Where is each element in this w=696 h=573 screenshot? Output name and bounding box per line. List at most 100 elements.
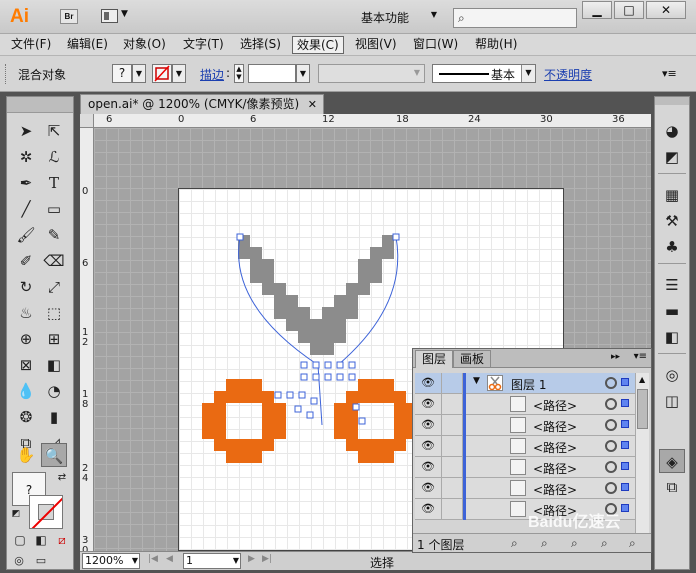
menu-file[interactable]: 文件(F): [7, 36, 55, 54]
paintbrush-tool-icon[interactable]: 🖌: [13, 223, 39, 247]
mesh-tool-icon[interactable]: ⊠: [13, 353, 39, 377]
anchor-point[interactable]: [352, 403, 360, 411]
locate-object-icon[interactable]: ⌕: [511, 536, 518, 551]
last-artboard-icon[interactable]: ▶|: [262, 554, 272, 564]
document-tab[interactable]: open.ai* @ 1200% (CMYK/像素预览) ✕: [80, 94, 324, 114]
stroke-weight-dropdown[interactable]: ▼: [296, 64, 310, 83]
artboards-panel-icon[interactable]: ⧉: [659, 475, 685, 499]
lock-toggle[interactable]: [441, 373, 463, 394]
anchor-point[interactable]: [286, 391, 294, 399]
selection-indicator[interactable]: [621, 483, 629, 491]
path-row[interactable]: 👁 <路径>: [415, 436, 635, 457]
selection-indicator[interactable]: [621, 441, 629, 449]
gradient-panel-icon[interactable]: ▬: [659, 299, 685, 323]
new-sublayer-icon[interactable]: ⌕: [571, 536, 578, 551]
anchor-point[interactable]: [324, 373, 332, 381]
anchor-point[interactable]: [306, 411, 314, 419]
stroke-weight-stepper[interactable]: ▲ ▼: [234, 64, 244, 83]
eraser-tool-icon[interactable]: ⌫: [41, 249, 67, 273]
symbol-sprayer-tool-icon[interactable]: ❂: [13, 405, 39, 429]
arrange-documents-button[interactable]: ▼: [101, 9, 129, 24]
target-icon[interactable]: [605, 377, 617, 389]
next-artboard-icon[interactable]: ▶: [248, 554, 255, 564]
anchor-point[interactable]: [300, 373, 308, 381]
line-tool-icon[interactable]: ╱: [13, 197, 39, 221]
swap-colors-icon[interactable]: ⇄: [55, 471, 69, 485]
stroke-link[interactable]: 描边: [200, 66, 224, 83]
stroke-color-box[interactable]: [29, 495, 63, 529]
stroke-panel-icon[interactable]: ☰: [659, 273, 685, 297]
column-graph-tool-icon[interactable]: ▮: [41, 405, 67, 429]
visibility-eye-icon[interactable]: 👁: [421, 397, 435, 410]
layer-row[interactable]: 👁 ▼ 图层 1: [415, 373, 635, 394]
blend-tool-icon[interactable]: ◔: [41, 379, 67, 403]
visibility-eye-icon[interactable]: 👁: [421, 502, 435, 515]
anchor-point[interactable]: [300, 361, 308, 369]
visibility-eye-icon[interactable]: 👁: [421, 481, 435, 494]
workspace-switcher[interactable]: 基本功能 ▼: [361, 9, 439, 26]
menu-edit[interactable]: 编辑(E): [63, 36, 112, 54]
visibility-eye-icon[interactable]: 👁: [421, 376, 435, 389]
color-mode-icon[interactable]: ▢: [11, 531, 29, 549]
scroll-up-icon[interactable]: ▲: [639, 375, 645, 384]
path-row[interactable]: 👁 <路径>: [415, 478, 635, 499]
anchor-point[interactable]: [324, 361, 332, 369]
lock-toggle[interactable]: [441, 478, 463, 499]
transparency-panel-icon[interactable]: ◧: [659, 325, 685, 349]
target-icon[interactable]: [605, 419, 617, 431]
none-mode-icon[interactable]: ⧄: [53, 531, 71, 549]
eyedropper-tool-icon[interactable]: 💧: [13, 379, 39, 403]
panel-header[interactable]: [7, 97, 73, 113]
default-colors-icon[interactable]: ◩: [9, 507, 23, 521]
artboard-number-select[interactable]: 1 ▼: [183, 553, 241, 569]
color-guide-panel-icon[interactable]: ◩: [659, 145, 685, 169]
anchor-point[interactable]: [348, 361, 356, 369]
shape-builder-tool-icon[interactable]: ⊕: [13, 327, 39, 351]
close-document-icon[interactable]: ✕: [308, 95, 317, 114]
lock-toggle[interactable]: [441, 457, 463, 478]
path-row[interactable]: 👁 <路径>: [415, 415, 635, 436]
anchor-point[interactable]: [336, 361, 344, 369]
make-clipping-mask-icon[interactable]: ⌕: [541, 536, 548, 551]
rotate-tool-icon[interactable]: ↻: [13, 275, 39, 299]
menu-help[interactable]: 帮助(H): [471, 36, 521, 54]
swatches-panel-icon[interactable]: ▦: [659, 183, 685, 207]
color-panel-icon[interactable]: ◕: [659, 119, 685, 143]
selection-indicator[interactable]: [621, 378, 629, 386]
anchor-point[interactable]: [312, 361, 320, 369]
stroke-dropdown[interactable]: ▼: [172, 64, 186, 83]
scroll-thumb[interactable]: [637, 389, 648, 429]
anchor-point[interactable]: [236, 233, 244, 241]
ruler-origin[interactable]: [80, 114, 94, 128]
new-layer-icon[interactable]: ⌕: [601, 536, 608, 551]
target-icon[interactable]: [605, 440, 617, 452]
lock-toggle[interactable]: [441, 499, 463, 520]
menu-window[interactable]: 窗口(W): [409, 36, 462, 54]
selection-indicator[interactable]: [621, 420, 629, 428]
fill-dropdown[interactable]: ▼: [132, 64, 146, 83]
layers-panel-icon[interactable]: ◈: [659, 449, 685, 473]
expand-triangle-icon[interactable]: ▼: [473, 376, 480, 386]
perspective-grid-tool-icon[interactable]: ⊞: [41, 327, 67, 351]
type-tool-icon[interactable]: T: [41, 171, 67, 195]
direct-selection-tool-icon[interactable]: ⇱: [41, 119, 67, 143]
anchor-point[interactable]: [298, 391, 306, 399]
tab-artboards[interactable]: 画板: [453, 350, 492, 368]
path-row[interactable]: 👁 <路径>: [415, 394, 635, 415]
selection-indicator[interactable]: [621, 462, 629, 470]
minimize-button[interactable]: ▁: [582, 1, 612, 19]
path-row[interactable]: 👁 <路径>: [415, 457, 635, 478]
target-icon[interactable]: [605, 461, 617, 473]
target-icon[interactable]: [605, 482, 617, 494]
lock-toggle[interactable]: [441, 415, 463, 436]
anchor-point[interactable]: [336, 373, 344, 381]
rectangle-tool-icon[interactable]: ▭: [41, 197, 67, 221]
symbols-panel-icon[interactable]: ♣: [659, 235, 685, 259]
horizontal-ruler[interactable]: 6 0 6 12 18 24 30 36: [94, 114, 651, 128]
hand-tool-icon[interactable]: ✋: [13, 443, 39, 467]
panel-menu-icon[interactable]: ▾≡: [662, 67, 677, 80]
anchor-point[interactable]: [274, 391, 282, 399]
bridge-button[interactable]: Br: [60, 9, 78, 24]
warp-tool-icon[interactable]: ♨: [13, 301, 39, 325]
target-icon[interactable]: [605, 398, 617, 410]
